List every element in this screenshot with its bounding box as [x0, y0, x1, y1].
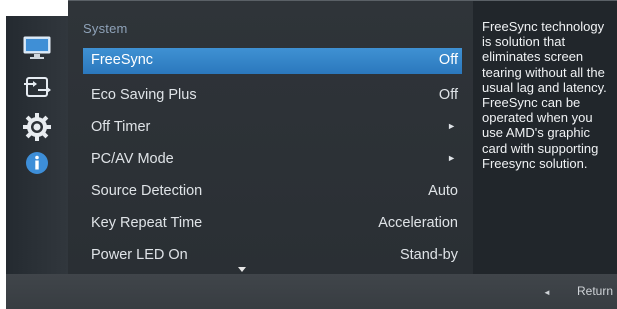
- menu-item-value: Auto: [428, 183, 458, 199]
- sidebar-item-picture[interactable]: [6, 28, 68, 68]
- menu-item-label: Source Detection: [91, 183, 203, 199]
- menu-item-pc-av-mode[interactable]: PC/AV Mode ►: [83, 144, 462, 176]
- menu-item-label: FreeSync: [91, 52, 154, 68]
- return-button[interactable]: Return: [577, 284, 613, 298]
- menu-item-label: Key Repeat Time: [91, 215, 203, 231]
- menu-item-value: Off: [438, 87, 458, 103]
- menu-item-label: Off Timer: [91, 119, 151, 135]
- menu-item-value: Acceleration: [378, 215, 458, 231]
- sidebar-item-system[interactable]: [6, 107, 68, 147]
- input-source-icon: [24, 77, 51, 97]
- menu-item-label: Eco Saving Plus: [91, 87, 197, 103]
- left-arrow-icon: ◄: [543, 288, 551, 297]
- menu-item-label: PC/AV Mode: [91, 151, 174, 167]
- menu-item-key-repeat-time[interactable]: Key Repeat Time Acceleration: [83, 208, 462, 240]
- menu-item-off-timer[interactable]: Off Timer ►: [83, 112, 462, 144]
- monitor-osd: System FreeSync Off Eco Saving Plus Off …: [6, 0, 617, 309]
- menu-item-freesync[interactable]: FreeSync Off: [83, 48, 462, 74]
- info-icon: [26, 152, 48, 174]
- bottom-bar: ◄ Return: [6, 274, 617, 309]
- scroll-down-icon[interactable]: [238, 267, 246, 272]
- menu-list: FreeSync Off Eco Saving Plus Off Off Tim…: [83, 48, 462, 272]
- category-sidebar: [6, 16, 69, 274]
- menu-item-power-led-on[interactable]: Power LED On Stand-by: [83, 240, 462, 272]
- system-menu-panel: System FreeSync Off Eco Saving Plus Off …: [68, 0, 473, 275]
- sidebar-item-input[interactable]: [6, 67, 68, 107]
- menu-item-label: Power LED On: [91, 247, 188, 263]
- menu-item-source-detection[interactable]: Source Detection Auto: [83, 176, 462, 208]
- sidebar-item-support[interactable]: [6, 143, 68, 183]
- monitor-icon: [23, 36, 51, 59]
- gear-icon: [23, 113, 51, 141]
- menu-item-eco-saving-plus[interactable]: Eco Saving Plus Off: [83, 80, 462, 112]
- help-panel: FreeSync technology is solution that eli…: [473, 0, 617, 275]
- help-description: FreeSync technology is solution that eli…: [482, 19, 607, 171]
- menu-item-value: Off: [438, 52, 458, 68]
- chevron-right-icon: ►: [447, 121, 456, 131]
- chevron-right-icon: ►: [447, 153, 456, 163]
- menu-title: System: [83, 21, 128, 36]
- menu-item-value: Stand-by: [399, 247, 458, 263]
